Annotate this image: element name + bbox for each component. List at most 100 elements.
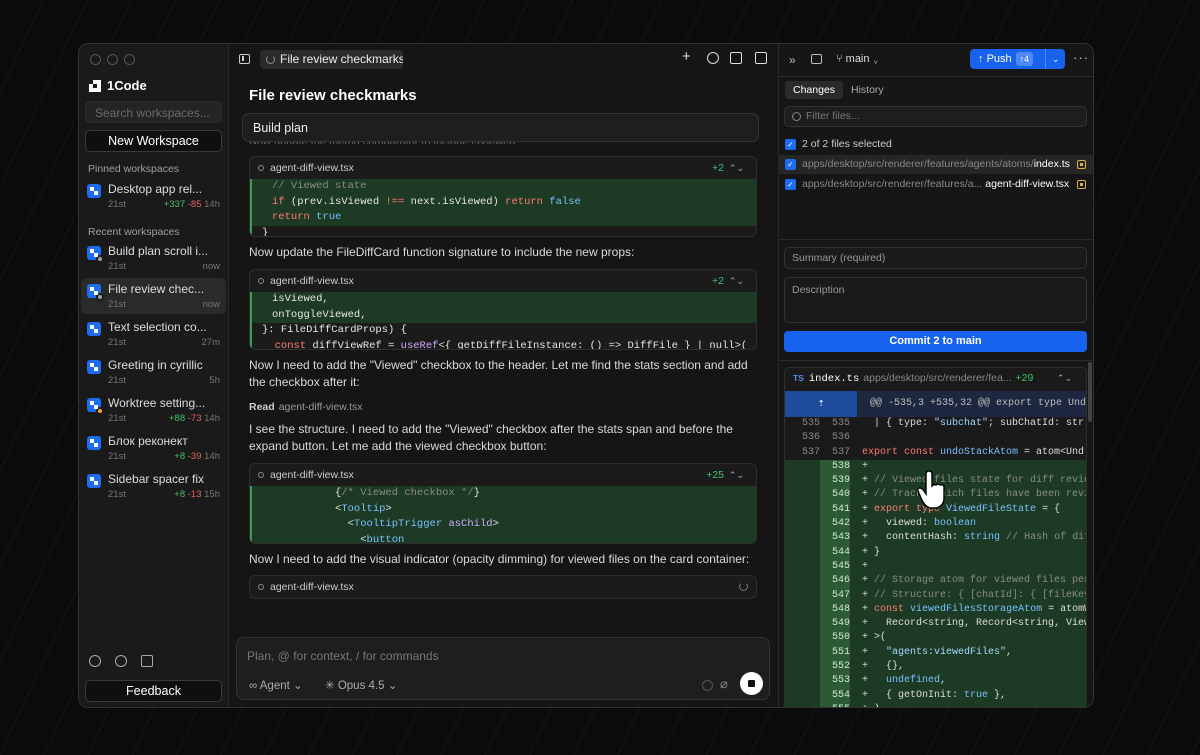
diff-card-count: +2 (712, 162, 724, 174)
diff-card[interactable]: agent-diff-view.tsx (249, 575, 757, 599)
stop-button[interactable] (740, 672, 763, 695)
diff-line: 552 + {}, (785, 660, 1086, 675)
tab-history[interactable]: History (843, 81, 892, 99)
diff-line: 544 + } (785, 545, 1086, 560)
file-row[interactable]: ✓ apps/desktop/src/renderer/features/a..… (779, 175, 1093, 194)
attach-icon[interactable]: ⌀ (720, 676, 728, 692)
workspace-icon (87, 284, 104, 301)
push-button[interactable]: ↑ Push ↑4 ⌄ (970, 49, 1065, 69)
workspace-item[interactable]: Блок реконект 21st +8 -39 14h (81, 430, 226, 466)
diff-card[interactable]: agent-diff-view.tsx +2 ⌃⌄ isViewed, onTogg… (249, 269, 757, 350)
new-workspace-button[interactable]: New Workspace (85, 130, 222, 152)
file-checkbox[interactable]: ✓ (785, 159, 796, 170)
workspace-date: 21st (108, 489, 126, 500)
diff-path: apps/desktop/src/renderer/fea... (863, 372, 1012, 384)
file-row[interactable]: ✓ apps/desktop/src/renderer/features/age… (779, 155, 1093, 174)
diff-line: 553 + undefined, (785, 674, 1086, 689)
file-checkbox[interactable]: ✓ (785, 179, 796, 190)
workspace-icon (87, 246, 104, 263)
maximize-window-button[interactable] (124, 54, 135, 65)
diff-count: +29 (1015, 372, 1034, 384)
loading-spinner-icon (739, 582, 748, 591)
workspace-name: Worktree setting... (108, 396, 206, 410)
expand-chevron-icon[interactable]: ⌃⌄ (729, 276, 744, 287)
feedback-button[interactable]: Feedback (85, 680, 222, 702)
assistant-message: I see the structure. I need to add the "… (249, 422, 733, 453)
build-plan-header[interactable]: Build plan (242, 113, 759, 142)
model-label: Opus 4.5 (337, 680, 385, 692)
diff-line: 550 + >( (785, 631, 1086, 646)
chat-tab[interactable]: File review checkmarks (260, 50, 403, 69)
workspace-name: File review chec... (108, 282, 205, 296)
workspace-item[interactable]: Text selection co... 21st 27m (81, 316, 226, 352)
assistant-message: Now update the FileDiffCard function sig… (249, 245, 635, 259)
composer-input[interactable]: Plan, @ for context, / for commands (247, 649, 439, 663)
select-all-checkbox[interactable]: ✓ (785, 139, 796, 150)
expand-chevron-icon[interactable]: ⌃⌄ (729, 470, 744, 481)
archive-icon[interactable] (141, 655, 153, 667)
sidebar-toggle-icon[interactable] (239, 54, 250, 64)
workspace-date: 21st (108, 299, 126, 310)
expand-chevron-icon[interactable]: ⌃⌄ (1057, 373, 1072, 384)
preview-icon[interactable] (755, 52, 767, 64)
status-dot (96, 407, 104, 415)
panel-layout-icon[interactable] (811, 54, 822, 64)
workspace-icon (87, 184, 101, 198)
diff-card-filename: agent-diff-view.tsx (270, 581, 354, 593)
close-window-button[interactable] (90, 54, 101, 65)
workspace-item[interactable]: File review chec... 21st now (81, 278, 226, 314)
scrollbar[interactable] (1088, 362, 1092, 422)
workspace-removed: -73 (187, 413, 202, 424)
read-tool-line: Read agent-diff-view.tsx (249, 401, 363, 413)
app-logo: 1Code (89, 78, 147, 93)
workspace-search-input[interactable]: Search workspaces... (85, 101, 222, 123)
workspace-time: 14h (204, 413, 220, 424)
diff-line: 551 + "agents:viewedFiles", (785, 645, 1086, 661)
push-dropdown-icon[interactable]: ⌄ (1045, 49, 1065, 69)
composer[interactable]: Plan, @ for context, / for commands ∞ Ag… (236, 637, 770, 700)
diff-card[interactable]: agent-diff-view.tsx +25 ⌃⌄ {/* Viewed chec… (249, 463, 757, 544)
new-chat-icon[interactable]: + (682, 49, 691, 64)
commit-button[interactable]: Commit 2 to main (784, 331, 1087, 352)
hunk-text: @@ -535,3 +535,32 @@ export type UndoI (870, 398, 1086, 409)
file-dir: apps/desktop/src/renderer/features/a... (802, 178, 983, 190)
typescript-icon: TS (793, 373, 804, 383)
tab-changes[interactable]: Changes (785, 81, 844, 99)
app-window: 1Code Search workspaces... New Workspace… (78, 43, 1094, 708)
workspace-item[interactable]: Worktree setting... 21st +88 -73 14h (81, 392, 226, 428)
commit-summary-input[interactable]: Summary (required) (784, 247, 1087, 269)
terminal-icon[interactable] (730, 52, 742, 64)
workspace-item[interactable]: Greeting in cyrillic 21st 5h (81, 354, 226, 390)
minimize-window-button[interactable] (107, 54, 118, 65)
mode-selector[interactable]: ∞ Agent ⌄ (249, 678, 303, 692)
workspace-time: 15h (204, 489, 220, 500)
more-icon[interactable]: ··· (1073, 50, 1089, 65)
workspace-time: now (202, 299, 220, 310)
expand-chevron-icon[interactable]: ⌃⌄ (729, 163, 744, 174)
status-dot (96, 293, 104, 301)
pinned-section-label: Pinned workspaces (88, 163, 180, 175)
assistant-message: Now I need to add the visual indicator (… (249, 552, 750, 566)
chat-topbar: File review checkmarks + (229, 44, 778, 74)
workspace-item[interactable]: Sidebar spacer fix 21st +8 -13 15h (81, 468, 226, 504)
workspace-date: 21st (108, 199, 126, 210)
expand-up-icon[interactable]: ⇡ (785, 391, 857, 417)
settings-icon[interactable] (89, 655, 101, 667)
loading-spinner-icon (266, 55, 275, 64)
branch-selector[interactable]: ⑂ main ⌄ (836, 53, 879, 65)
model-selector[interactable]: ✳ Opus 4.5 ⌄ (325, 678, 397, 692)
filter-files-input[interactable]: Filter files... (784, 106, 1087, 127)
workspace-date: 21st (108, 413, 126, 424)
diff-line: 554 + { getOnInit: true }, (785, 688, 1086, 703)
workspace-item[interactable]: Desktop app rel... 21st +337 -85 14h (81, 178, 226, 214)
diff-header[interactable]: TS index.ts apps/desktop/src/renderer/fea.… (785, 368, 1086, 391)
collapse-panel-icon[interactable]: » (789, 53, 796, 67)
code-block: isViewed, onToggleViewed, }: FileDiffCar… (250, 292, 756, 349)
selected-count: 2 of 2 files selected (802, 138, 892, 150)
help-icon[interactable] (115, 655, 127, 667)
history-icon[interactable] (707, 52, 719, 64)
workspace-item[interactable]: Build plan scroll i... 21st now (81, 240, 226, 276)
diff-card[interactable]: agent-diff-view.tsx +2 ⌃⌄ // Viewed state … (249, 156, 757, 237)
commit-description-input[interactable]: Description (784, 277, 1087, 323)
file-icon (258, 278, 264, 284)
